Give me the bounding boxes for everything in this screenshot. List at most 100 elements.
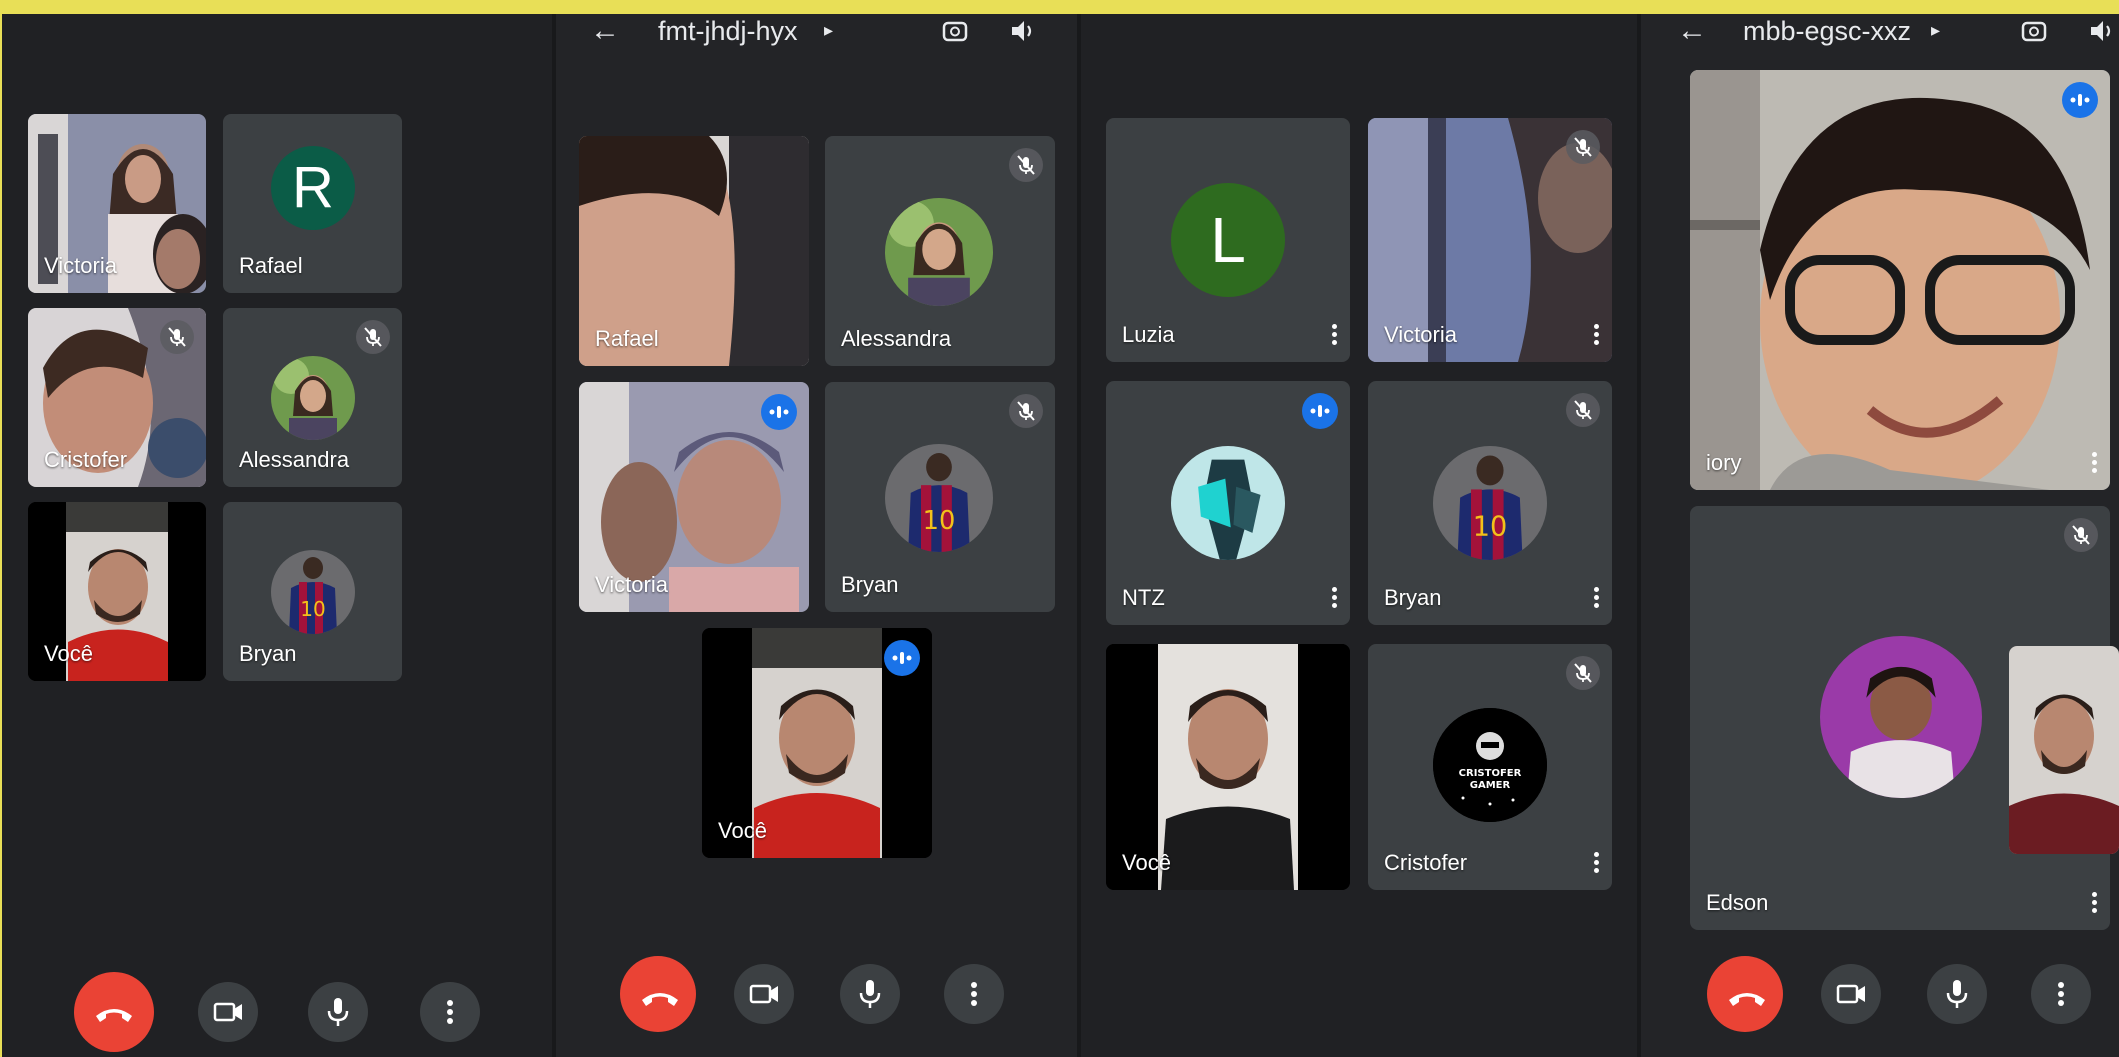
profile-avatar: CRISTOFER GAMER (1433, 708, 1547, 822)
arrow-left-icon[interactable]: ← (1677, 14, 1707, 48)
participant-name: Victoria (1384, 322, 1457, 347)
meeting-code[interactable]: mbb-egsc-xxz (1743, 16, 1911, 47)
mic-off-icon (1009, 148, 1043, 182)
chevron-right-icon[interactable]: ▸ (1931, 20, 1940, 41)
arrow-left-icon[interactable]: ← (590, 14, 620, 48)
profile-avatar (271, 356, 355, 440)
initial-avatar: R (271, 146, 355, 230)
mic-button[interactable] (1927, 964, 1987, 1024)
participant-name: Cristofer (44, 447, 128, 472)
participant-name: Bryan (239, 641, 297, 666)
participant-tile[interactable]: Victoria (1368, 118, 1612, 362)
meet-panel-2: ← fmt-jhdj-hyx ▸ Rafael Alessandra Victo… (554, 14, 1079, 1057)
self-preview[interactable] (2009, 646, 2119, 854)
avatar-initial: R (292, 155, 334, 220)
top-band (0, 0, 2119, 14)
participant-name: Cristofer (1384, 850, 1468, 875)
meet-panel-3: L Luzia Victoria NTZ 10 Bryan Você CRIST… (1079, 14, 1639, 1057)
more-vert-icon[interactable] (1330, 587, 1338, 611)
meeting-header: ← mbb-egsc-xxz ▸ (1639, 14, 2119, 54)
more-vert-icon[interactable] (1592, 324, 1600, 348)
participant-tile[interactable]: Cristofer (28, 308, 206, 487)
participant-tile[interactable]: Você (1106, 644, 1350, 890)
participant-name: Victoria (44, 253, 117, 278)
profile-avatar: 10 (885, 444, 993, 552)
profile-avatar (1171, 446, 1285, 560)
chevron-right-icon[interactable]: ▸ (824, 20, 833, 41)
participant-name: Luzia (1122, 322, 1175, 347)
meeting-code[interactable]: fmt-jhdj-hyx (658, 16, 798, 47)
mic-off-icon (160, 320, 194, 354)
participant-tile[interactable]: NTZ (1106, 381, 1350, 625)
end-call-button[interactable] (74, 972, 154, 1052)
end-call-button[interactable] (1707, 956, 1783, 1032)
camera-button[interactable] (198, 982, 258, 1042)
participant-name: iory (1706, 450, 1742, 475)
more-vert-icon[interactable] (1592, 852, 1600, 876)
mic-off-icon (1566, 393, 1600, 427)
participant-tile[interactable]: L Luzia (1106, 118, 1350, 362)
participant-tile[interactable]: Alessandra (825, 136, 1055, 366)
meet-panel-1: Victoria R Rafael Cristofer Alessandra V… (2, 14, 554, 1057)
end-call-button[interactable] (620, 956, 696, 1032)
participant-name: Você (1122, 850, 1171, 875)
participant-tile[interactable]: 10 Bryan (825, 382, 1055, 612)
participant-tile[interactable]: 10 Bryan (223, 502, 402, 681)
speaking-indicator-icon (884, 640, 920, 676)
switch-camera-icon[interactable] (940, 16, 970, 46)
participant-tile[interactable]: Você (28, 502, 206, 681)
participant-tile[interactable]: Você (702, 628, 932, 858)
participant-name: Bryan (1384, 585, 1442, 610)
mic-button[interactable] (840, 964, 900, 1024)
participant-name: Bryan (841, 572, 899, 597)
participant-tile[interactable]: 10 Bryan (1368, 381, 1612, 625)
speaker-icon[interactable] (2087, 16, 2117, 46)
speaking-indicator-icon (2062, 82, 2098, 118)
participant-name: Alessandra (239, 447, 350, 472)
participant-tile[interactable]: Alessandra (223, 308, 402, 487)
more-options-button[interactable] (944, 964, 1004, 1024)
mic-off-icon (1566, 656, 1600, 690)
participant-name: Rafael (239, 253, 303, 278)
participant-name: Edson (1706, 890, 1769, 915)
more-vert-icon[interactable] (1592, 587, 1600, 611)
participant-tile[interactable]: CRISTOFER GAMER Cristofer (1368, 644, 1612, 890)
more-options-button[interactable] (420, 982, 480, 1042)
participant-tile[interactable]: Victoria (579, 382, 809, 612)
participant-name: Você (718, 818, 767, 843)
speaking-indicator-icon (1302, 393, 1338, 429)
participant-name: Você (44, 641, 93, 666)
mic-off-icon (356, 320, 390, 354)
meeting-header: ← fmt-jhdj-hyx ▸ (554, 14, 1079, 54)
participant-name: NTZ (1122, 585, 1165, 610)
participant-tile[interactable]: Rafael (579, 136, 809, 366)
switch-camera-icon[interactable] (2019, 16, 2049, 46)
screen: Victoria R Rafael Cristofer Alessandra V… (0, 0, 2119, 1057)
participant-name: Alessandra (841, 326, 952, 351)
participant-tile[interactable]: Victoria (28, 114, 206, 293)
camera-button[interactable] (734, 964, 794, 1024)
participant-tile[interactable]: iory (1690, 70, 2110, 490)
speaker-icon[interactable] (1008, 16, 1038, 46)
participant-tile[interactable]: R Rafael (223, 114, 402, 293)
more-vert-icon[interactable] (2090, 452, 2098, 476)
panel-divider (1637, 14, 1641, 1057)
initial-avatar: L (1171, 183, 1285, 297)
mic-off-icon (2064, 518, 2098, 552)
camera-button[interactable] (1821, 964, 1881, 1024)
participant-name: Rafael (595, 326, 659, 351)
more-options-button[interactable] (2031, 964, 2091, 1024)
avatar-text-line-1: CRISTOFER (1459, 768, 1522, 779)
panel-divider (552, 14, 556, 1057)
more-vert-icon[interactable] (1330, 324, 1338, 348)
panel-divider (1077, 14, 1081, 1057)
mic-button[interactable] (308, 982, 368, 1042)
participant-name: Victoria (595, 572, 668, 597)
participant-video (1690, 70, 2110, 490)
avatar-text-line-2: GAMER (1470, 780, 1511, 791)
svg-text:10: 10 (923, 506, 956, 536)
more-vert-icon[interactable] (2090, 892, 2098, 916)
profile-avatar: 10 (271, 550, 355, 634)
avatar-initial: L (1210, 204, 1246, 276)
participant-video (2009, 646, 2119, 854)
